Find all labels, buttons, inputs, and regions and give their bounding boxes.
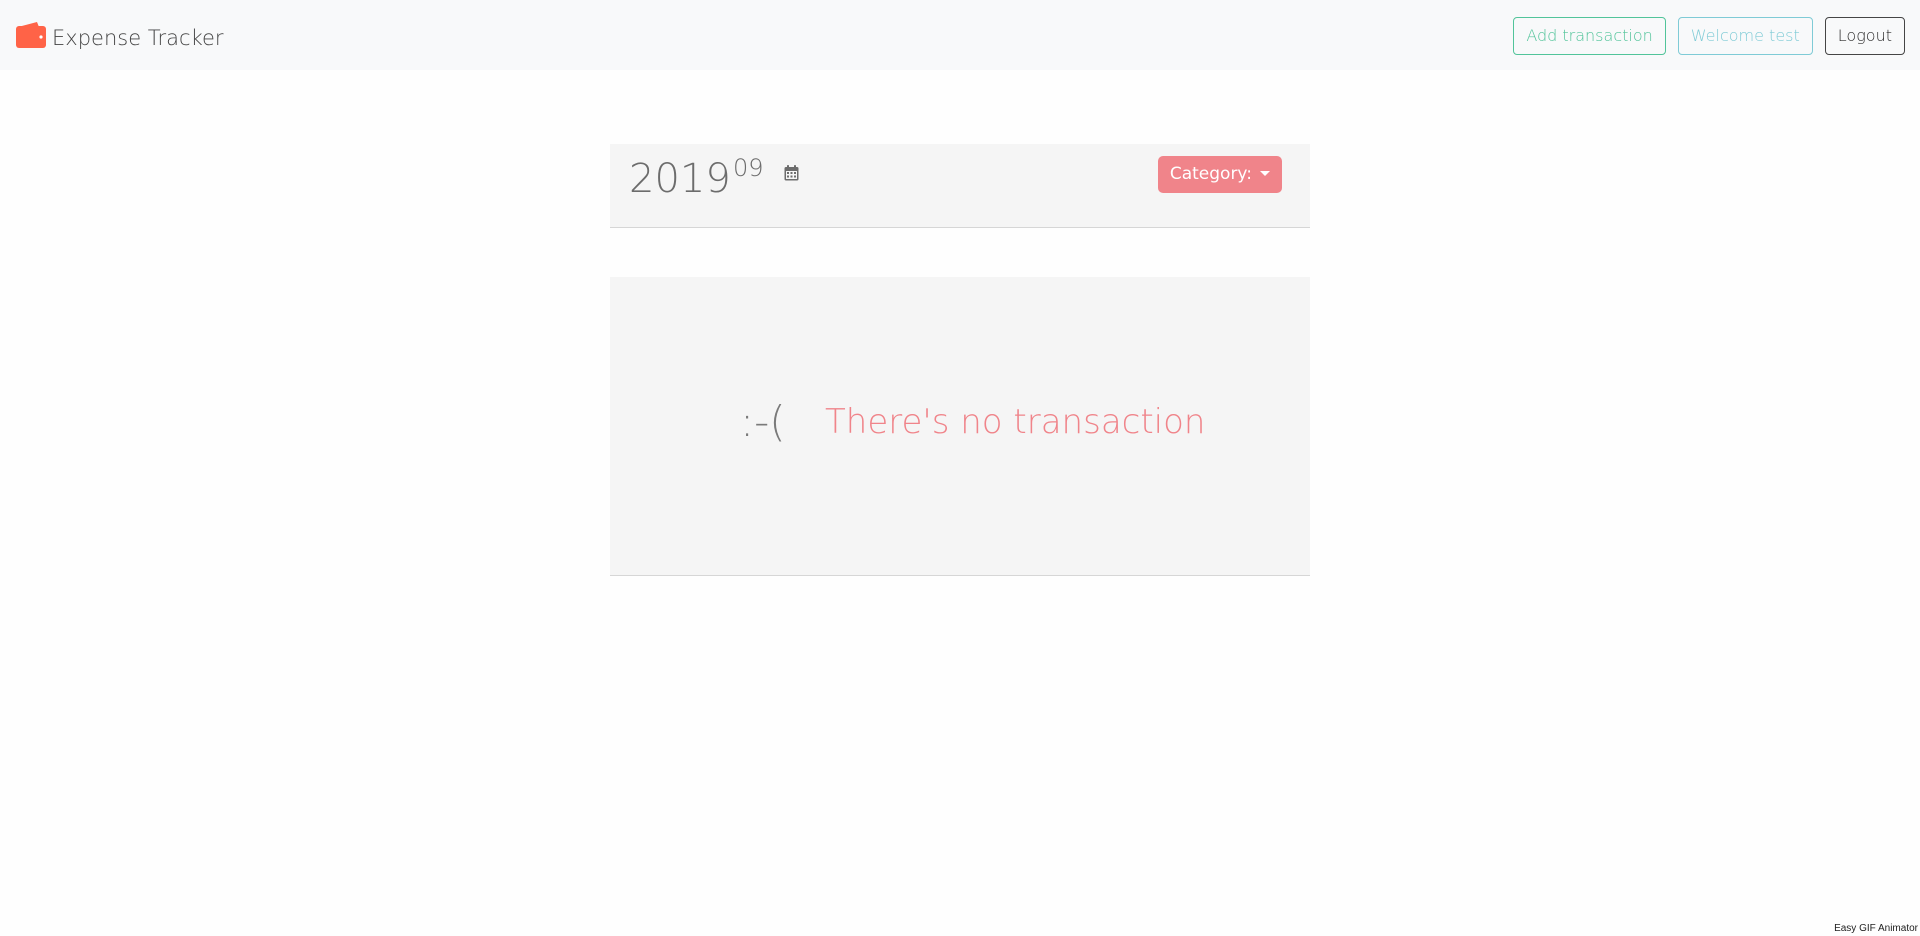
month-label: 09 xyxy=(733,154,764,182)
category-dropdown-button[interactable]: Category: xyxy=(1157,156,1282,193)
logout-button[interactable]: Logout xyxy=(1824,17,1905,55)
brand-title: Expense Tracker xyxy=(52,26,224,50)
add-transaction-button[interactable]: Add transaction xyxy=(1513,17,1666,55)
top-navbar: Expense Tracker Add transaction Welcome … xyxy=(0,0,1920,70)
caret-down-icon xyxy=(1260,171,1270,176)
nav-actions: Add transaction Welcome test Logout xyxy=(1513,17,1905,55)
brand[interactable]: Expense Tracker xyxy=(15,20,224,50)
watermark: Easy GIF Animator xyxy=(1834,923,1918,934)
welcome-user-button[interactable]: Welcome test xyxy=(1677,17,1813,55)
wallet-icon xyxy=(16,22,46,48)
sad-face-emoticon: :-( xyxy=(740,397,786,446)
category-label: Category: xyxy=(1169,164,1252,184)
calendar-icon[interactable] xyxy=(784,165,799,181)
transactions-empty-state: :-( There's no transaction xyxy=(610,277,1310,576)
period-header: 2019 09 Category: xyxy=(610,144,1310,228)
empty-message: There's no transaction xyxy=(825,402,1206,442)
year-label: 2019 xyxy=(629,156,731,202)
